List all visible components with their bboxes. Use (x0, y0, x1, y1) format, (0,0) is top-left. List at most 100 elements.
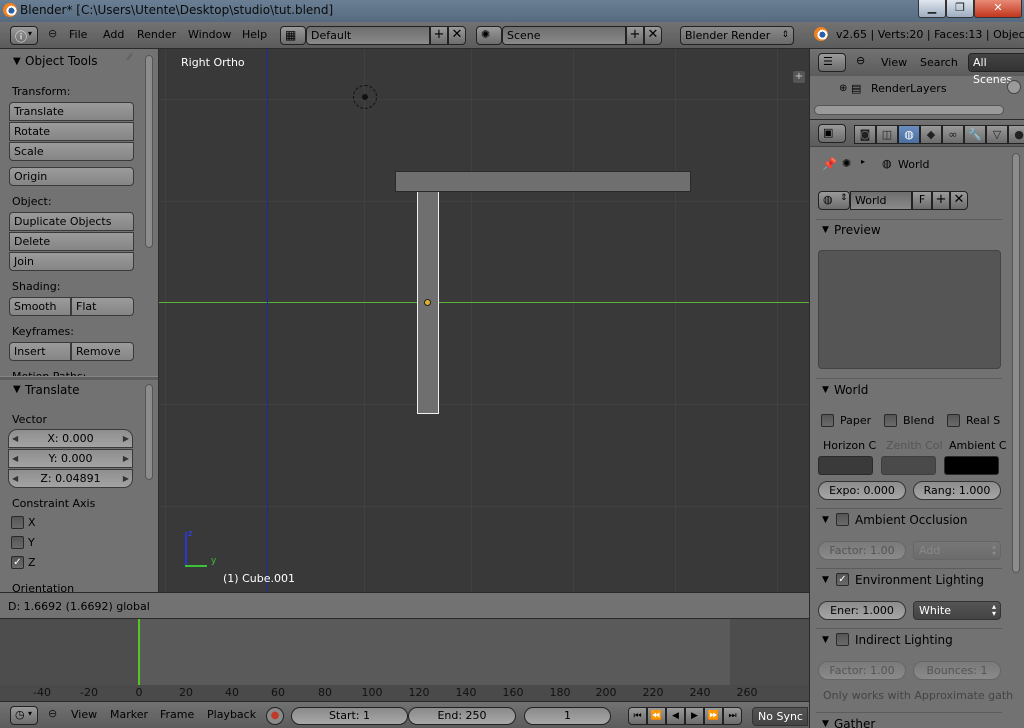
increment-arrow-icon[interactable]: ▶ (123, 450, 129, 467)
editor-type-timeline-button[interactable]: ◷ ▾ (10, 706, 38, 725)
panel-collapse-triangle-icon[interactable]: ▼ (13, 384, 21, 395)
decrement-arrow-icon[interactable]: ◀ (12, 450, 18, 467)
collapse-menu-icon[interactable]: ⊖ (48, 27, 57, 40)
editor-type-outliner-button[interactable]: ☰ (818, 53, 846, 72)
sync-mode-dropdown[interactable]: No Sync (752, 707, 808, 726)
panel-collapse-triangle-icon[interactable]: ▼ (822, 385, 829, 395)
increment-arrow-icon[interactable]: ▶ (123, 470, 129, 487)
join-button[interactable]: Join (9, 252, 134, 271)
world-browse-button[interactable]: ◍ ⇕ (818, 191, 850, 210)
environment-lighting-checkbox[interactable]: ✓ (836, 573, 849, 586)
collapse-menu-icon[interactable]: ⊖ (856, 54, 865, 67)
panel-collapse-triangle-icon[interactable]: ▼ (13, 56, 21, 67)
outliner-display-mode[interactable]: All Scenes (968, 53, 1024, 86)
play-reverse-icon[interactable]: ◀ (666, 707, 685, 725)
delete-screen-x-icon[interactable]: ✕ (448, 26, 466, 45)
panel-collapse-triangle-icon[interactable]: ▼ (822, 719, 829, 728)
fake-user-button[interactable]: F (912, 191, 932, 210)
exposure-field[interactable]: Expo: 0.000 (818, 481, 906, 500)
data-tab-vertices-icon[interactable]: ▽ (986, 125, 1008, 144)
menu-file[interactable]: File (69, 28, 87, 41)
remove-keyframe-button[interactable]: Remove (71, 342, 134, 361)
maximize-button[interactable]: ❐ (946, 0, 974, 18)
panel-drag-grip-icon[interactable]: ⁄⁄ (128, 53, 131, 63)
ambient-occlusion-checkbox[interactable] (836, 513, 849, 526)
delete-button[interactable]: Delete (9, 232, 134, 251)
new-world-plus-icon[interactable]: + (932, 191, 950, 210)
ao-factor-field[interactable]: Factor: 1.00 (818, 541, 906, 560)
current-frame-cursor[interactable] (138, 619, 140, 685)
delete-scene-x-icon[interactable]: ✕ (644, 26, 662, 45)
render-engine-dropdown[interactable]: Blender Render ⇕ (680, 26, 794, 45)
render-tab-camera-icon[interactable]: ◙ (854, 125, 876, 144)
mesh-top-bar[interactable] (395, 171, 691, 192)
env-energy-field[interactable]: Ener: 1.000 (818, 601, 906, 620)
menu-view[interactable]: View (71, 708, 97, 721)
ambient-color-swatch[interactable] (944, 456, 999, 475)
menu-add[interactable]: Add (103, 28, 124, 41)
render-layers-tab-icon[interactable]: ◫ (876, 125, 898, 144)
outliner-item-renderlayers[interactable]: RenderLayers (871, 82, 947, 95)
object-tab-cube-icon[interactable]: ◆ (920, 125, 942, 144)
panel-collapse-triangle-icon[interactable]: ▼ (822, 515, 829, 525)
close-button[interactable]: ✕ (974, 0, 1022, 18)
jump-start-icon[interactable]: ⏮ (628, 707, 647, 725)
object-origin-dot[interactable] (424, 299, 431, 306)
jump-end-icon[interactable]: ⏭ (723, 707, 742, 725)
constraints-tab-chain-icon[interactable]: ∞ (942, 125, 964, 144)
decrement-arrow-icon[interactable]: ◀ (12, 470, 18, 487)
bounces-field[interactable]: Bounces: 1 (913, 661, 1001, 680)
3d-viewport[interactable]: Right Ortho z y (1) Cube.001 + (159, 49, 809, 592)
jump-keyframe-forward-icon[interactable]: ⏩ (704, 707, 723, 725)
ao-blend-mode-dropdown[interactable]: Add ▴ ▾ (913, 541, 1001, 560)
vector-y-field[interactable]: ◀ Y: 0.000 ▶ (8, 449, 133, 468)
add-scene-plus-icon[interactable]: + (626, 26, 644, 45)
indirect-lighting-checkbox[interactable] (836, 633, 849, 646)
insert-keyframe-button[interactable]: Insert (9, 342, 71, 361)
world-tab-globe-icon[interactable]: ◍ (898, 125, 920, 144)
vector-x-field[interactable]: ◀ X: 0.000 ▶ (8, 429, 133, 448)
constraint-y-checkbox[interactable] (11, 536, 24, 549)
horizon-color-swatch[interactable] (818, 456, 873, 475)
outliner-scrollbar[interactable] (814, 105, 1004, 115)
panel-collapse-triangle-icon[interactable]: ▼ (822, 575, 829, 585)
origin-button[interactable]: Origin (9, 167, 134, 186)
duplicate-objects-button[interactable]: Duplicate Objects (9, 212, 134, 231)
editor-type-properties-button[interactable]: ▣ (818, 124, 846, 143)
menu-render[interactable]: Render (137, 28, 176, 41)
modifiers-tab-wrench-icon[interactable]: 🔧 (964, 125, 986, 144)
menu-help[interactable]: Help (242, 28, 267, 41)
screen-layout-selector[interactable]: ▦ (280, 26, 306, 45)
timeline-editor[interactable]: -40 -20 0 20 40 60 80 100 120 140 160 18… (0, 619, 809, 701)
jump-keyframe-back-icon[interactable]: ⏪ (647, 707, 666, 725)
properties-scrollbar[interactable] (1012, 153, 1020, 573)
decrement-arrow-icon[interactable]: ◀ (12, 430, 18, 447)
region-expand-plus-icon[interactable]: + (793, 71, 805, 83)
zenith-color-swatch[interactable] (881, 456, 936, 475)
constraint-z-checkbox[interactable]: ✓ (11, 556, 24, 569)
menu-playback[interactable]: Playback (207, 708, 256, 721)
end-frame-field[interactable]: End: 250 (408, 707, 516, 725)
blend-sky-checkbox[interactable] (884, 414, 897, 427)
operator-panel-scrollbar[interactable] (145, 384, 153, 480)
translate-button[interactable]: Translate (9, 102, 134, 121)
scene-field[interactable]: Scene (502, 26, 626, 45)
menu-frame[interactable]: Frame (160, 708, 194, 721)
vector-z-field[interactable]: ◀ Z: 0.04891 ▶ (8, 469, 133, 488)
start-frame-field[interactable]: Start: 1 (291, 707, 408, 725)
expand-plus-icon[interactable]: ⊕ (839, 83, 847, 94)
current-frame-field[interactable]: 1 (524, 707, 611, 725)
add-screen-plus-icon[interactable]: + (430, 26, 448, 45)
lamp-icon[interactable] (353, 85, 377, 109)
indirect-factor-field[interactable]: Factor: 1.00 (818, 661, 906, 680)
pin-icon[interactable]: 📌 (822, 157, 837, 171)
smooth-button[interactable]: Smooth (9, 297, 71, 316)
world-name-field[interactable]: World (850, 191, 912, 210)
record-icon[interactable]: ● (266, 707, 284, 725)
play-icon[interactable]: ▶ (685, 707, 704, 725)
menu-window[interactable]: Window (188, 28, 231, 41)
real-sky-checkbox[interactable] (947, 414, 960, 427)
tool-shelf-scrollbar[interactable] (145, 55, 153, 248)
paper-sky-checkbox[interactable] (821, 414, 834, 427)
constraint-x-checkbox[interactable] (11, 516, 24, 529)
